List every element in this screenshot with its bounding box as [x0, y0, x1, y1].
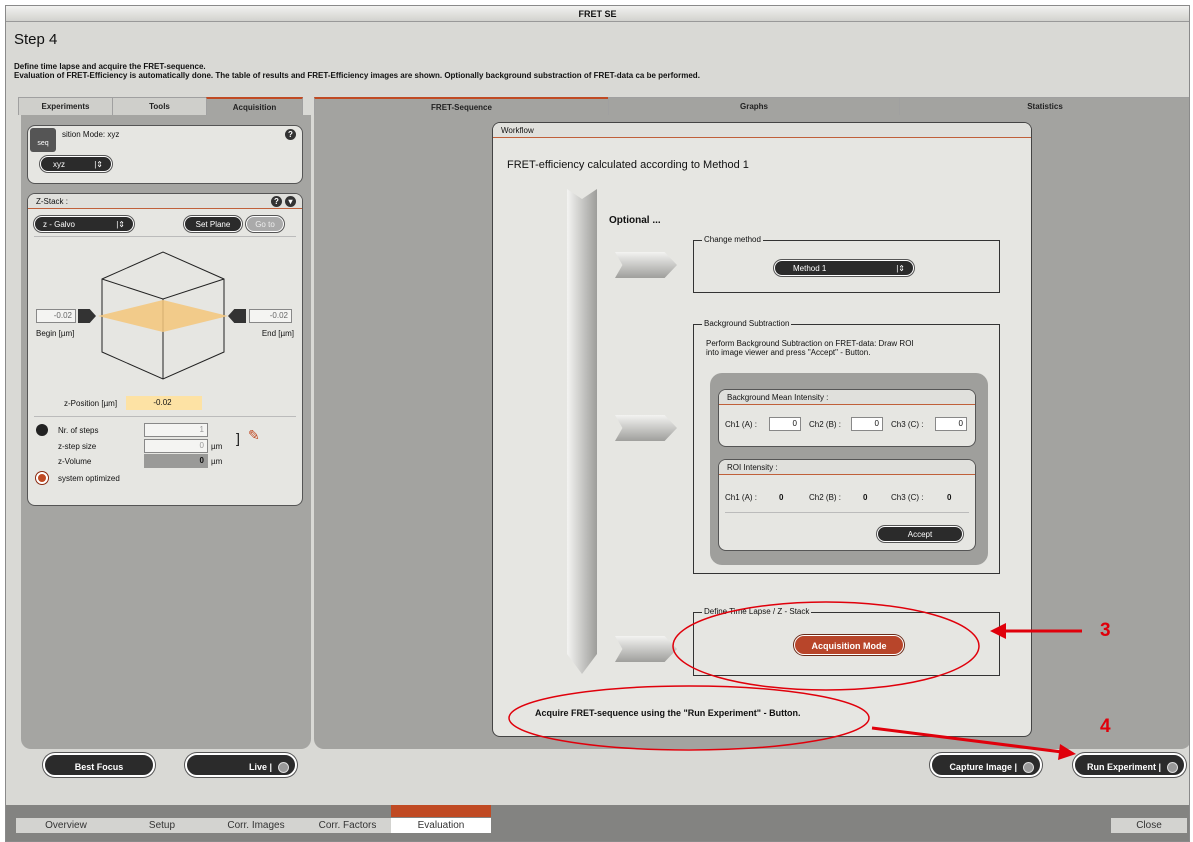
annotation-overlay: [508, 601, 1082, 760]
annotation-4: 4: [1100, 716, 1111, 737]
annotation-3: 3: [1100, 620, 1111, 641]
